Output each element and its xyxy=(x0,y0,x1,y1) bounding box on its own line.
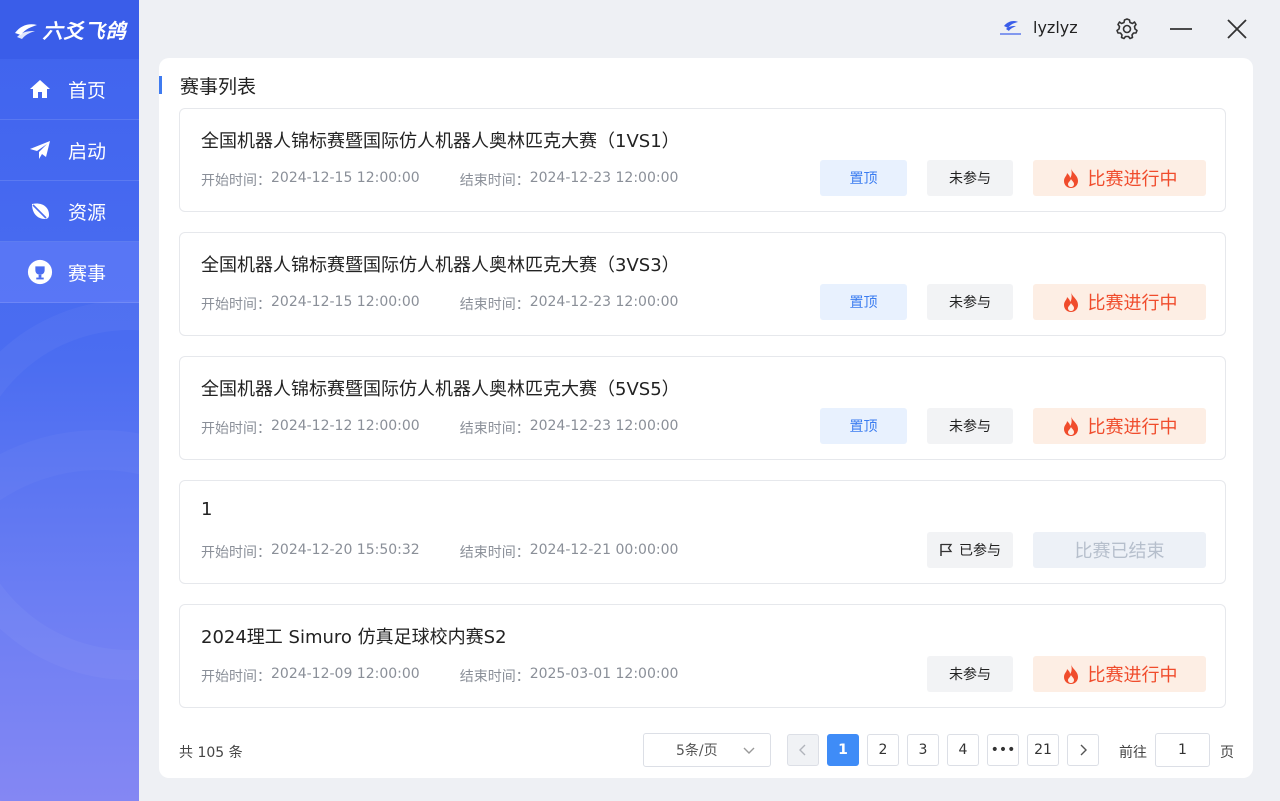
goto-label: 前往 xyxy=(1119,745,1147,761)
end-time-label: 结束时间： xyxy=(459,669,530,685)
title-accent-bar xyxy=(159,76,162,94)
next-page-button[interactable] xyxy=(1067,734,1099,766)
goto-page-input[interactable] xyxy=(1155,733,1210,767)
chevron-right-icon xyxy=(1080,744,1087,756)
page-button[interactable]: 1 xyxy=(827,734,859,766)
sidebar-item-resources[interactable]: 资源 xyxy=(0,181,139,242)
event-times: 开始时间： 2024-12-09 12:00:00 结束时间： 2025-03-01… xyxy=(201,666,678,686)
event-times: 开始时间： 2024-12-15 12:00:00 结束时间： 2024-12-23… xyxy=(201,170,678,190)
end-time-label: 结束时间： xyxy=(459,297,530,313)
participation-button[interactable]: 未参与 xyxy=(927,656,1013,692)
event-name: 全国机器人锦标赛暨国际仿人机器人奥林匹克大赛（1VS1） xyxy=(201,131,680,152)
fire-icon xyxy=(1063,416,1078,436)
pin-button[interactable]: 置顶 xyxy=(820,160,907,196)
event-card[interactable]: 全国机器人锦标赛暨国际仿人机器人奥林匹克大赛（5VS5） 开始时间： 2024-1… xyxy=(179,356,1226,460)
start-time: 2024-12-09 12:00:00 xyxy=(271,666,420,682)
event-card[interactable]: 全国机器人锦标赛暨国际仿人机器人奥林匹克大赛（3VS3） 开始时间： 2024-1… xyxy=(179,232,1226,336)
sidebar-nav: 首页 启动 资源 赛事 xyxy=(0,59,139,303)
sidebar: 六爻飞鸽 首页 启动 资源 赛事 xyxy=(0,0,139,801)
event-list-panel: 赛事列表 全国机器人锦标赛暨国际仿人机器人奥林匹克大赛（1VS1） 开始时间： 2… xyxy=(159,58,1253,778)
close-icon xyxy=(1227,19,1247,39)
end-time-label: 结束时间： xyxy=(459,421,530,437)
participation-button[interactable]: 未参与 xyxy=(927,160,1013,196)
page-button[interactable]: 3 xyxy=(907,734,939,766)
event-name: 1 xyxy=(201,499,213,520)
minimize-button[interactable] xyxy=(1168,16,1194,42)
event-status-button[interactable]: 比赛进行中 xyxy=(1033,408,1206,444)
page-button[interactable]: 2 xyxy=(867,734,899,766)
end-time: 2024-12-23 12:00:00 xyxy=(529,170,679,186)
event-name: 全国机器人锦标赛暨国际仿人机器人奥林匹克大赛（5VS5） xyxy=(201,379,680,400)
start-time-label: 开始时间： xyxy=(201,545,271,561)
avatar xyxy=(998,15,1023,40)
home-icon xyxy=(27,79,53,99)
event-status-button[interactable]: 比赛进行中 xyxy=(1033,160,1206,196)
end-time-label: 结束时间： xyxy=(459,545,530,561)
end-time: 2024-12-23 12:00:00 xyxy=(529,418,679,434)
paper-plane-icon xyxy=(27,140,53,160)
page-suffix-label: 页 xyxy=(1220,745,1234,761)
trophy-icon xyxy=(27,258,53,286)
pin-button[interactable]: 置顶 xyxy=(820,408,907,444)
prev-page-button[interactable] xyxy=(787,734,819,766)
title-bar: lyzlyz xyxy=(139,0,1280,58)
settings-button[interactable] xyxy=(1114,16,1140,42)
event-card[interactable]: 1 开始时间： 2024-12-20 15:50:32 结束时间： 2024-12-… xyxy=(179,480,1226,584)
event-name: 2024理工 Simuro 仿真足球校内赛S2 xyxy=(201,627,507,648)
flag-icon xyxy=(940,543,953,556)
event-times: 开始时间： 2024-12-20 15:50:32 结束时间： 2024-12-21… xyxy=(201,542,678,562)
page-button[interactable]: 4 xyxy=(947,734,979,766)
start-time-label: 开始时间： xyxy=(201,421,271,437)
sidebar-item-launch[interactable]: 启动 xyxy=(0,120,139,181)
start-time: 2024-12-12 12:00:00 xyxy=(271,418,420,434)
participation-button[interactable]: 已参与 xyxy=(927,532,1013,568)
event-times: 开始时间： 2024-12-15 12:00:00 结束时间： 2024-12-23… xyxy=(201,294,678,314)
fire-icon xyxy=(1063,168,1078,188)
event-name: 全国机器人锦标赛暨国际仿人机器人奥林匹克大赛（3VS3） xyxy=(201,255,680,276)
event-times: 开始时间： 2024-12-12 12:00:00 结束时间： 2024-12-23… xyxy=(201,418,678,438)
chevron-down-icon xyxy=(743,747,755,754)
event-card[interactable]: 全国机器人锦标赛暨国际仿人机器人奥林匹克大赛（1VS1） 开始时间： 2024-1… xyxy=(179,108,1226,212)
more-pages-button[interactable]: ••• xyxy=(987,734,1019,766)
gear-icon xyxy=(1116,18,1138,40)
pin-button[interactable]: 置顶 xyxy=(820,284,907,320)
sidebar-item-label: 赛事 xyxy=(68,262,107,285)
logo-text: 六爻飞鸽 xyxy=(42,19,127,43)
chevron-left-icon xyxy=(799,744,806,756)
total-count: 共 105 条 xyxy=(179,745,243,761)
logo-icon xyxy=(14,23,37,39)
end-time-label: 结束时间： xyxy=(459,173,530,189)
start-time-label: 开始时间： xyxy=(201,669,271,685)
sidebar-item-label: 首页 xyxy=(68,79,107,102)
event-status-button[interactable]: 比赛已结束 xyxy=(1033,532,1206,568)
sidebar-item-events[interactable]: 赛事 xyxy=(0,242,139,303)
leaf-icon xyxy=(27,201,53,221)
start-time-label: 开始时间： xyxy=(201,173,271,189)
end-time: 2024-12-23 12:00:00 xyxy=(529,294,679,310)
start-time: 2024-12-20 15:50:32 xyxy=(271,542,420,558)
event-card[interactable]: 2024理工 Simuro 仿真足球校内赛S2 开始时间： 2024-12-09 … xyxy=(179,604,1226,708)
end-time: 2025-03-01 12:00:00 xyxy=(529,666,679,682)
start-time: 2024-12-15 12:00:00 xyxy=(271,294,420,310)
app-logo: 六爻飞鸽 xyxy=(0,0,139,59)
page-size-select[interactable]: 5条/页 xyxy=(643,733,771,767)
page-button[interactable]: 21 xyxy=(1027,734,1059,766)
close-button[interactable] xyxy=(1224,16,1250,42)
start-time-label: 开始时间： xyxy=(201,297,271,313)
page-title: 赛事列表 xyxy=(159,72,256,98)
sidebar-item-label: 资源 xyxy=(68,201,107,224)
fire-icon xyxy=(1063,664,1078,684)
fire-icon xyxy=(1063,292,1078,312)
start-time: 2024-12-15 12:00:00 xyxy=(271,170,420,186)
user-profile[interactable]: lyzlyz xyxy=(998,15,1078,40)
end-time: 2024-12-21 00:00:00 xyxy=(529,542,679,558)
sidebar-item-home[interactable]: 首页 xyxy=(0,59,139,120)
participation-button[interactable]: 未参与 xyxy=(927,408,1013,444)
sidebar-item-label: 启动 xyxy=(68,140,107,163)
username: lyzlyz xyxy=(1033,18,1078,37)
participation-button[interactable]: 未参与 xyxy=(927,284,1013,320)
event-status-button[interactable]: 比赛进行中 xyxy=(1033,284,1206,320)
minimize-icon xyxy=(1170,28,1192,30)
event-status-button[interactable]: 比赛进行中 xyxy=(1033,656,1206,692)
